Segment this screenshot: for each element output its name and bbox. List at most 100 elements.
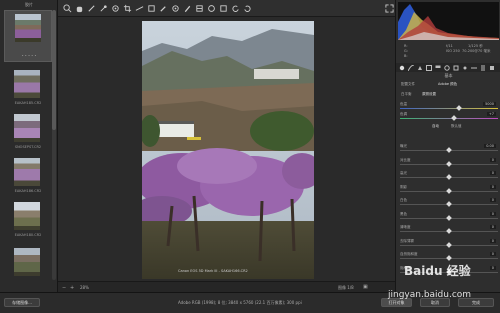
adjustment-slider[interactable]: 去除薄雾 0 bbox=[400, 238, 498, 248]
slider-knob[interactable] bbox=[446, 160, 452, 167]
default-link[interactable]: 默认值 bbox=[451, 124, 462, 129]
zoom-level[interactable]: 28% bbox=[80, 285, 89, 290]
slider-knob[interactable] bbox=[446, 268, 452, 275]
hand-tool-icon[interactable] bbox=[74, 3, 85, 14]
rotate-left-icon[interactable] bbox=[230, 3, 241, 14]
slider-value[interactable]: 0 bbox=[489, 225, 496, 229]
tab-split-toning-icon[interactable] bbox=[434, 65, 441, 71]
adjustments-panel: R: G: B: f/11 ISO 250 1/125 秒 70-200@70 … bbox=[395, 0, 500, 292]
red-eye-tool-icon[interactable] bbox=[170, 3, 181, 14]
filmstrip-caption: SNOSEPST.CR2 bbox=[14, 145, 42, 149]
color-sampler-tool-icon[interactable] bbox=[98, 3, 109, 14]
adjustment-brush-icon[interactable] bbox=[182, 3, 193, 14]
filmstrip-scrollbar[interactable] bbox=[52, 10, 56, 280]
straighten-tool-icon[interactable] bbox=[134, 3, 145, 14]
done-button[interactable]: 完成 bbox=[458, 298, 494, 307]
zoom-out-icon[interactable]: − bbox=[62, 285, 66, 291]
white-balance-tool-icon[interactable] bbox=[86, 3, 97, 14]
open-object-button[interactable]: 打开对象 bbox=[381, 298, 412, 307]
slider-value[interactable]: 0 bbox=[489, 157, 496, 162]
temperature-knob[interactable] bbox=[455, 105, 462, 111]
camera-raw-window: 胶片 • • • • • EAKAH185.CR2 SNOSEPST.CR2 E… bbox=[0, 0, 500, 313]
white-balance-select[interactable]: 原照设置 bbox=[422, 92, 436, 97]
filmstrip-caption: EAKAH186.CR2 bbox=[14, 189, 42, 193]
slider-value[interactable]: 0 bbox=[489, 211, 496, 216]
fullscreen-icon[interactable] bbox=[384, 3, 395, 14]
image-preview-area: Canon EOS 5D Mark III - SAKAH166.CR2 bbox=[58, 17, 395, 281]
transform-tool-icon[interactable] bbox=[146, 3, 157, 14]
adjustment-slider[interactable]: 清晰度 0 bbox=[400, 225, 498, 234]
adjustment-slider[interactable]: 阴影 0 bbox=[400, 184, 498, 194]
slider-value[interactable]: 0 bbox=[489, 171, 496, 175]
adjustment-slider[interactable]: 自然饱和度 0 bbox=[400, 252, 498, 261]
graduated-filter-icon[interactable] bbox=[194, 3, 205, 14]
slider-value[interactable]: 0 bbox=[489, 252, 496, 256]
workflow-options-link[interactable]: Adobe RGB (1998); 8 位; 3840 x 5760 (22.1… bbox=[178, 300, 302, 306]
adjustment-slider[interactable]: 白色 0 bbox=[400, 198, 498, 207]
slider-knob[interactable] bbox=[446, 201, 452, 207]
slider-knob[interactable] bbox=[446, 214, 452, 221]
filmstrip-item[interactable] bbox=[4, 246, 52, 286]
tint-slider[interactable]: 色调 +7 bbox=[400, 112, 498, 121]
temperature-value[interactable]: 5000 bbox=[483, 102, 496, 106]
adjustment-slider[interactable]: 黑色 0 bbox=[400, 211, 498, 221]
auto-link[interactable]: 自动 bbox=[432, 124, 439, 129]
slider-value[interactable]: 0 bbox=[489, 184, 496, 189]
tab-basic-icon[interactable] bbox=[398, 65, 405, 71]
radial-filter-icon[interactable] bbox=[206, 3, 217, 14]
filmstrip-caption: • • • • • bbox=[21, 54, 37, 58]
cancel-button[interactable]: 取消 bbox=[420, 298, 450, 307]
zoom-tool-icon[interactable] bbox=[62, 3, 73, 14]
crop-tool-icon[interactable] bbox=[122, 3, 133, 14]
rotate-right-icon[interactable] bbox=[242, 3, 253, 14]
tab-tone-curve-icon[interactable] bbox=[407, 64, 414, 71]
slider-knob[interactable] bbox=[446, 187, 452, 194]
tab-transform-icon[interactable] bbox=[452, 65, 459, 71]
slider-label: 饱和度 bbox=[400, 265, 411, 270]
filmstrip-item[interactable]: EAKAH180.CR2 bbox=[4, 200, 52, 242]
tint-knob[interactable] bbox=[451, 115, 457, 121]
filmstrip-item[interactable]: SNOSEPST.CR2 bbox=[4, 112, 52, 154]
adjustment-slider[interactable]: 高光 0 bbox=[400, 171, 498, 180]
filmstrip-item[interactable]: EAKAH185.CR2 bbox=[4, 68, 52, 110]
spot-removal-tool-icon[interactable] bbox=[158, 3, 169, 14]
slider-value[interactable]: 0 bbox=[489, 265, 496, 270]
temperature-track[interactable] bbox=[400, 108, 498, 109]
tab-hsl-icon[interactable] bbox=[425, 64, 432, 71]
temperature-slider[interactable]: 色温 5000 bbox=[400, 102, 498, 111]
tab-detail-icon[interactable] bbox=[416, 65, 423, 71]
panel-title: 基本 bbox=[444, 73, 453, 78]
readout-r: R: bbox=[404, 44, 408, 48]
adjustment-slider[interactable]: 对比度 0 bbox=[400, 157, 498, 167]
slider-value[interactable]: 0 bbox=[489, 238, 496, 243]
adjustment-slider[interactable]: 饱和度 0 bbox=[400, 265, 498, 275]
tint-label: 色调 bbox=[400, 112, 407, 116]
save-image-button[interactable]: 存储图像... bbox=[4, 298, 40, 307]
tint-track[interactable] bbox=[400, 118, 498, 119]
white-balance-label: 白平衡 bbox=[401, 92, 412, 96]
before-after-icon[interactable]: ▣ bbox=[363, 284, 368, 290]
slider-value[interactable]: 0.00 bbox=[484, 144, 496, 148]
tab-calibration-icon[interactable] bbox=[470, 65, 477, 71]
slider-knob[interactable] bbox=[446, 241, 452, 248]
slider-knob[interactable] bbox=[446, 147, 452, 153]
tab-lens-icon[interactable] bbox=[443, 64, 450, 71]
filmstrip-scroll-thumb[interactable] bbox=[52, 10, 56, 130]
zoom-in-icon[interactable]: + bbox=[70, 285, 74, 291]
filmstrip-item[interactable]: • • • • • bbox=[4, 10, 52, 62]
tab-presets-icon[interactable] bbox=[479, 65, 486, 71]
camera-caption: Canon EOS 5D Mark III - SAKAH166.CR2 bbox=[178, 269, 248, 273]
slider-knob[interactable] bbox=[446, 228, 452, 234]
thumbnail-image bbox=[14, 70, 40, 98]
tint-value[interactable]: +7 bbox=[486, 112, 496, 116]
tab-effects-icon[interactable] bbox=[461, 65, 468, 71]
slider-knob[interactable] bbox=[446, 255, 452, 261]
slider-knob[interactable] bbox=[446, 174, 452, 180]
tab-snapshots-icon[interactable] bbox=[488, 65, 495, 71]
profile-select[interactable]: Adobe 颜色 bbox=[438, 82, 457, 87]
slider-value[interactable]: 0 bbox=[489, 198, 496, 202]
target-adjustment-tool-icon[interactable] bbox=[110, 3, 121, 14]
adjustment-slider[interactable]: 曝光 0.00 bbox=[400, 144, 498, 153]
preferences-icon[interactable] bbox=[218, 3, 229, 14]
filmstrip-item[interactable]: EAKAH186.CR2 bbox=[4, 156, 52, 198]
